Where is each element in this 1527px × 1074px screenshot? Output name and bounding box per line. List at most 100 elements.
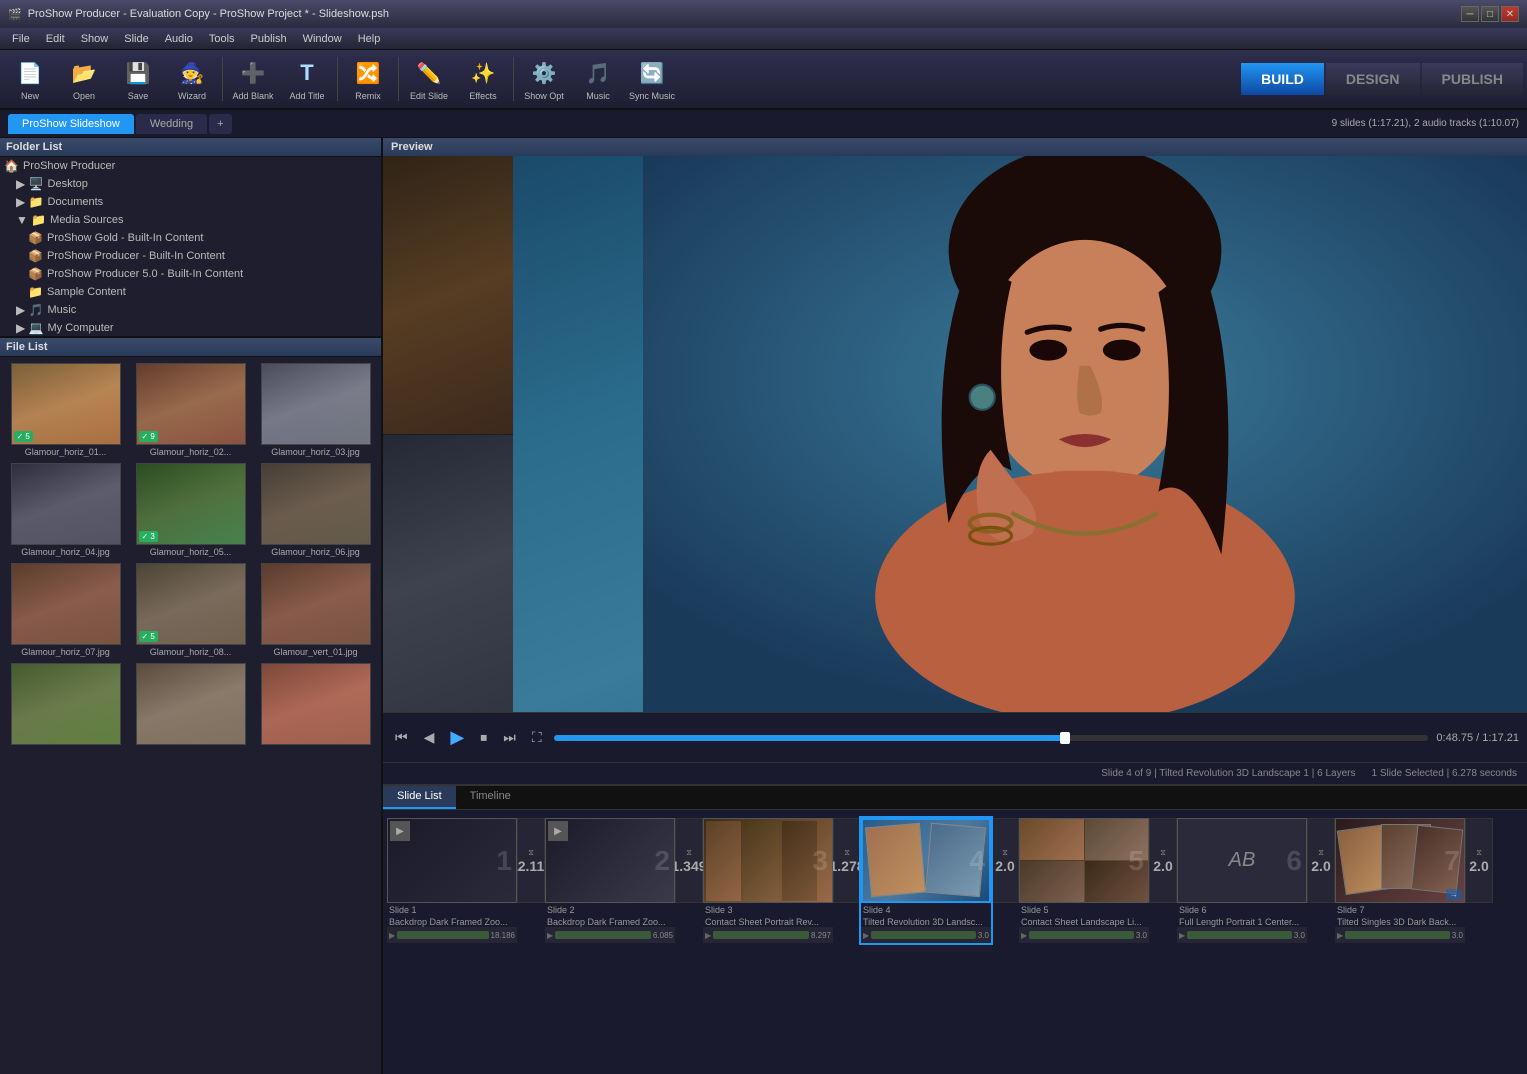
tree-item-proshow-producer[interactable]: 🏠 ProShow Producer [0, 157, 381, 175]
file-item-glamour07[interactable]: Glamour_horiz_07.jpg [4, 561, 127, 659]
music-button[interactable]: 🎵 Music [572, 52, 624, 106]
preview-panel: Preview [383, 138, 1527, 784]
left-panel: Folder List 🏠 ProShow Producer ▶ 🖥️ Desk… [0, 138, 383, 1074]
menu-show[interactable]: Show [73, 31, 117, 47]
tree-item-sample[interactable]: 📁 Sample Content [0, 283, 381, 301]
restore-button[interactable]: □ [1481, 6, 1499, 22]
tab-slide-list[interactable]: Slide List [383, 786, 456, 809]
tree-item-psgold[interactable]: 📦 ProShow Gold - Built-In Content [0, 229, 381, 247]
wizard-button[interactable]: 🧙 Wizard [166, 52, 218, 106]
new-button[interactable]: 📄 New [4, 52, 56, 106]
slide-desc-1: Backdrop Dark Framed Zoo... [387, 915, 517, 927]
menu-slide[interactable]: Slide [116, 31, 156, 47]
slide-play-7[interactable]: ▶ [1337, 931, 1343, 940]
file-item-12[interactable] [254, 661, 377, 749]
progress-bar[interactable] [554, 735, 1429, 741]
slide-play-2[interactable]: ▶ [547, 931, 553, 940]
editslide-button[interactable]: ✏️ Edit Slide [403, 52, 455, 106]
transition-7-8[interactable]: ⧖ 2.0 [1465, 818, 1493, 903]
slide-item-6[interactable]: AB 6 Slide 6 Full Length Portrait 1 Cent… [1177, 818, 1307, 943]
showopt-button[interactable]: ⚙️ Show Opt [518, 52, 570, 106]
file-item-glamour05[interactable]: ✓ 3 Glamour_horiz_05... [129, 461, 252, 559]
transition-5-6[interactable]: ⧖ 2.0 [1149, 818, 1177, 903]
slide-item-4[interactable]: 4 Slide 4 Tilted Revolution 3D Landsc...… [861, 818, 991, 943]
build-button[interactable]: BUILD [1241, 63, 1324, 95]
portrait-svg [643, 156, 1527, 712]
slide-num-big-3: 3 [812, 845, 828, 877]
file-item-glamour06[interactable]: Glamour_horiz_06.jpg [254, 461, 377, 559]
transition-3-4[interactable]: ⧖ 1.278 [833, 818, 861, 903]
tab-wedding[interactable]: Wedding [136, 114, 207, 134]
toolbar-separator-3 [398, 57, 399, 101]
addtitle-button[interactable]: T Add Title [281, 52, 333, 106]
tree-item-music[interactable]: ▶ 🎵 Music [0, 301, 381, 319]
slide-thumb-wrap-2: ▶ 2 [545, 818, 675, 903]
slide-item-3[interactable]: 3 Slide 3 Contact Sheet Portrait Rev... … [703, 818, 833, 943]
tree-item-documents[interactable]: ▶ 📁 Documents [0, 193, 381, 211]
menu-help[interactable]: Help [350, 31, 389, 47]
file-item-11[interactable] [129, 661, 252, 749]
slide-thumbnail-3: 3 [703, 818, 833, 903]
slide-item-7[interactable]: 7 → Slide 7 Tilted Singles 3D Dark Back.… [1335, 818, 1465, 943]
tree-item-psproducer50[interactable]: 📦 ProShow Producer 5.0 - Built-In Conten… [0, 265, 381, 283]
file-item-glamour08[interactable]: ✓ 5 Glamour_horiz_08... [129, 561, 252, 659]
syncmusic-button[interactable]: 🔄 Sync Music [626, 52, 678, 106]
tab-proshow-slideshow[interactable]: ProShow Slideshow [8, 114, 134, 134]
close-button[interactable]: ✕ [1501, 6, 1519, 22]
slide-play-6[interactable]: ▶ [1179, 931, 1185, 940]
publish-button[interactable]: PUBLISH [1422, 63, 1523, 95]
stop-button[interactable]: ⏹ [476, 725, 491, 750]
menu-file[interactable]: File [4, 31, 38, 47]
fullscreen-button[interactable]: ⛶ [528, 725, 546, 750]
slide-play-1[interactable]: ▶ [389, 931, 395, 940]
menu-publish[interactable]: Publish [243, 31, 295, 47]
file-name: Glamour_horiz_06.jpg [261, 547, 371, 557]
slide-item-5[interactable]: 5 Slide 5 Contact Sheet Landscape Li... … [1019, 818, 1149, 943]
transition-2-3[interactable]: ⧖ 1.349 [675, 818, 703, 903]
tree-item-desktop[interactable]: ▶ 🖥️ Desktop [0, 175, 381, 193]
menu-edit[interactable]: Edit [38, 31, 73, 47]
transition-4-5[interactable]: ⧖ 2.0 [991, 818, 1019, 903]
skip-forward-button[interactable]: ⏭ [499, 725, 520, 750]
slide-item-1[interactable]: ▶ 1 Slide 1 Backdrop Dark Framed Zoo... … [387, 818, 517, 943]
ab-text-6: AB [1229, 849, 1256, 872]
file-item-glamour01[interactable]: ✓ 5 Glamour_horiz_01... [4, 361, 127, 459]
slide-name-4: Slide 4 [861, 903, 991, 915]
progress-thumb [1060, 732, 1070, 744]
slide-play-4[interactable]: ▶ [863, 931, 869, 940]
skip-back-button[interactable]: ⏮ [391, 725, 412, 750]
save-button[interactable]: 💾 Save [112, 52, 164, 106]
menu-audio[interactable]: Audio [157, 31, 201, 47]
transition-6-7[interactable]: ⧖ 2.0 [1307, 818, 1335, 903]
tab-add-button[interactable]: + [209, 114, 231, 134]
file-name: Glamour_horiz_04.jpg [11, 547, 121, 557]
slide-play-5[interactable]: ▶ [1021, 931, 1027, 940]
design-button[interactable]: DESIGN [1326, 63, 1420, 95]
tab-timeline[interactable]: Timeline [456, 786, 525, 809]
tree-item-media-sources[interactable]: ▼ 📁 Media Sources [0, 211, 381, 229]
file-item-10[interactable] [4, 661, 127, 749]
file-item-glamour02[interactable]: ✓ 9 Glamour_horiz_02... [129, 361, 252, 459]
slide-play-3[interactable]: ▶ [705, 931, 711, 940]
slide-item-2[interactable]: ▶ 2 Slide 2 Backdrop Dark Framed Zoo... … [545, 818, 675, 943]
minimize-button[interactable]: ─ [1461, 6, 1479, 22]
play-button[interactable]: ▶ [446, 723, 468, 752]
thumbnail-glamour05: ✓ 3 [136, 463, 246, 545]
slide-content-7: 7 → [1336, 819, 1464, 902]
menu-tools[interactable]: Tools [201, 31, 243, 47]
file-list-panel: File List ✓ 5 Glamour_horiz_01... ✓ 9 Gl… [0, 338, 381, 1074]
transition-1-2[interactable]: ⧖ 12.117 [517, 818, 545, 903]
usage-badge: ✓ 5 [139, 631, 158, 642]
addblank-button[interactable]: ➕ Add Blank [227, 52, 279, 106]
step-back-button[interactable]: ◀ [420, 725, 439, 750]
tree-item-mycomputer[interactable]: ▶ 💻 My Computer [0, 319, 381, 337]
file-item-glamour-vert01[interactable]: Glamour_vert_01.jpg [254, 561, 377, 659]
tree-item-psproducer[interactable]: 📦 ProShow Producer - Built-In Content [0, 247, 381, 265]
save-icon: 💾 [122, 57, 154, 89]
remix-button[interactable]: 🔀 Remix [342, 52, 394, 106]
effects-button[interactable]: ✨ Effects [457, 52, 509, 106]
menu-window[interactable]: Window [295, 31, 350, 47]
file-item-glamour03[interactable]: Glamour_horiz_03.jpg [254, 361, 377, 459]
file-item-glamour04[interactable]: Glamour_horiz_04.jpg [4, 461, 127, 559]
open-button[interactable]: 📂 Open [58, 52, 110, 106]
